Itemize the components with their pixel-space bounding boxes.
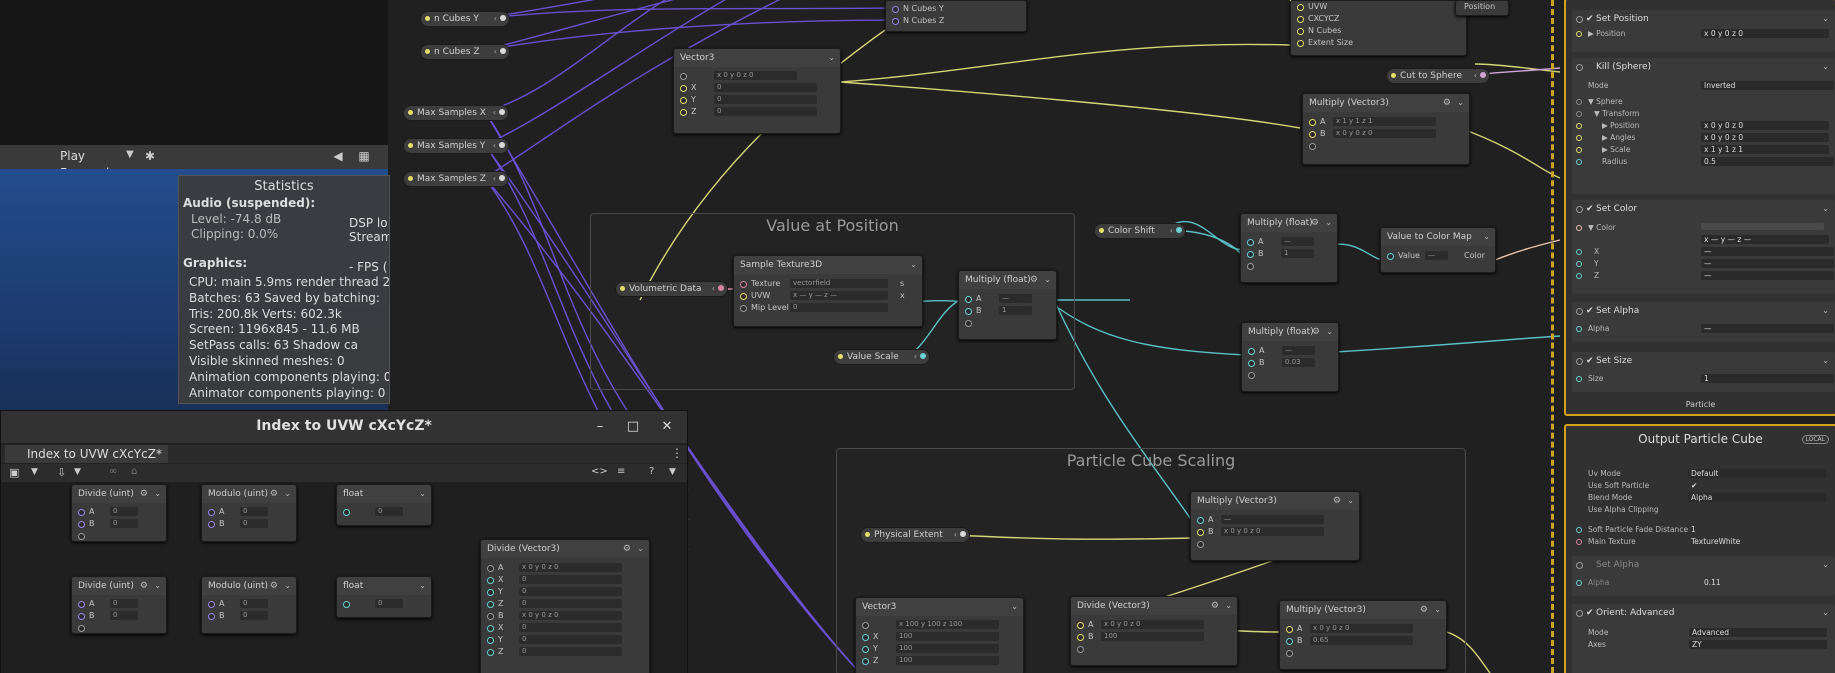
node-multiply-float-1[interactable]: Multiply (float) ⚙ ⌄ A — B1 bbox=[958, 270, 1057, 340]
maximize-button[interactable]: □ bbox=[624, 418, 642, 436]
pill-n-cubes-z[interactable]: n Cubes Z ‹ bbox=[420, 44, 510, 60]
audio-header: Audio (suspended): bbox=[183, 196, 316, 210]
pill-max-samples-z[interactable]: Max Samples Z ‹ bbox=[403, 171, 509, 187]
download-icon[interactable]: ⇩ bbox=[57, 466, 66, 479]
node-n-cubes[interactable]: N Cubes Y N Cubes Z bbox=[885, 0, 1027, 32]
subgraph-titlebar[interactable]: Index to UVW cXcYcZ* – □ ✕ bbox=[1, 411, 687, 443]
scene-view bbox=[0, 0, 388, 148]
chevron-down-icon[interactable]: ▼ bbox=[126, 149, 134, 160]
block-orient-advanced[interactable]: ✔ Orient: Advanced ⌄ Mode Advanced Axes ZY bbox=[1572, 604, 1835, 673]
pill-max-samples-x[interactable]: Max Samples X ‹ bbox=[403, 105, 509, 121]
skinned-readout: Visible skinned meshes: 0 bbox=[189, 354, 345, 368]
node-divide-uint-2[interactable]: Divide (uint) ⚙ ⌄ A0 B0 bbox=[71, 576, 167, 634]
block-output-set-alpha[interactable]: Set Alpha ⌄ Alpha 0.11 bbox=[1572, 556, 1835, 596]
node-multiply-vector3-mid[interactable]: Multiply (Vector3) ⚙ ⌄ A — Bx 0 y 0 z 0 bbox=[1190, 491, 1360, 561]
node-multiply-vector3-top[interactable]: Multiply (Vector3) ⚙ ⌄ Ax 1 y 1 z 1 Bx 0 y… bbox=[1302, 93, 1470, 165]
setpass-readout: SetPass calls: 63 Shadow ca bbox=[189, 338, 359, 352]
pill-color-shift[interactable]: Color Shift ‹ bbox=[1094, 223, 1186, 239]
node-vector3-top[interactable]: Vector3 ⌄ x 0 y 0 z 0 X0 Y0 Z0 bbox=[673, 48, 841, 134]
code-icon[interactable]: <> bbox=[591, 466, 608, 477]
animator-readout: Animator components playing: 0 bbox=[189, 386, 386, 400]
dsp-load: DSP lo bbox=[349, 216, 388, 230]
flow-dashed-line bbox=[1551, 0, 1554, 673]
node-modulo-uint-2[interactable]: Modulo (uint) ⚙ ⌄ A0 B0 bbox=[201, 576, 297, 634]
audio-clipping: Clipping: 0.0% bbox=[191, 227, 279, 241]
batches-readout: Batches: 63 Saved by batching: bbox=[189, 291, 380, 305]
node-modulo-uint-1[interactable]: Modulo (uint) ⚙ ⌄ A0 B0 bbox=[201, 484, 297, 542]
screen-readout: Screen: 1196x845 - 11.6 MB bbox=[189, 322, 360, 336]
statistics-panel: Statistics Audio (suspended): Level: -74… bbox=[178, 175, 390, 404]
cpu-readout: CPU: main 5.9ms render thread 2.6 bbox=[189, 275, 390, 289]
pill-cut-to-sphere[interactable]: Cut to Sphere ‹ bbox=[1386, 68, 1490, 84]
node-value-to-color-map[interactable]: Value to Color Map ⌄ Value — Color bbox=[1380, 227, 1496, 273]
subgraph-toolbar: ▣ ▼ ⇩ ▼ ∞ ⌂ <> ≡ ? ▼ bbox=[1, 464, 687, 483]
stats-title: Statistics bbox=[254, 179, 314, 194]
keyboard-icon[interactable]: ▦ bbox=[356, 148, 372, 164]
more-menu-icon[interactable]: ⋮ bbox=[671, 446, 683, 460]
block-set-size[interactable]: ✔ Set Size ⌄ Size 1 bbox=[1572, 352, 1835, 392]
node-divide-uint-1[interactable]: Divide (uint) ⚙ ⌄ A0 B0 bbox=[71, 484, 167, 542]
node-float-2[interactable]: float ⌄ 0 bbox=[336, 576, 432, 618]
tab-index-to-uvw[interactable]: Index to UVW cXcYcZ* bbox=[5, 445, 168, 463]
group-title: Value at Position bbox=[766, 216, 899, 235]
context-panel: ✔ Set Position ⌄ ▶ Position x 0 y 0 z 0 Kil… bbox=[1560, 0, 1835, 673]
audio-level: Level: -74.8 dB bbox=[191, 212, 282, 226]
node-multiply-float-2[interactable]: Multiply (float) ⚙ ⌄ A — B1 bbox=[1240, 213, 1338, 283]
link-icon[interactable]: ∞ bbox=[109, 466, 117, 477]
subgraph-canvas[interactable]: Divide (uint) ⚙ ⌄ A0 B0 Modulo (uint) ⚙ ⌄ A0… bbox=[1, 482, 687, 673]
node-sample-texture3d[interactable]: Sample Texture3D ⌄ Texture vectorfield s UV… bbox=[733, 255, 923, 327]
block-set-color[interactable]: ✔ Set Color ⌄ ▼ Color x — y — z — X — Y — Z — bbox=[1572, 200, 1835, 294]
output-particle-cube-context[interactable]: Output Particle Cube LOCAL Uv Mode Defaul… bbox=[1564, 424, 1835, 673]
fps-readout: - FPS ( bbox=[349, 260, 388, 274]
block-set-position[interactable]: ✔ Set Position ⌄ ▶ Position x 0 y 0 z 0 bbox=[1572, 10, 1835, 52]
particle-flow-label: Particle bbox=[1685, 400, 1716, 409]
subgraph-tabrow: Index to UVW cXcYcZ* ⋮ bbox=[1, 445, 687, 463]
speaker-icon[interactable]: ◀ bbox=[330, 148, 346, 164]
pill-n-cubes-y[interactable]: n Cubes Y ‹ bbox=[420, 11, 510, 27]
node-divide-vector3-bottom[interactable]: Divide (Vector3) ⚙ ⌄ Ax 0 y 0 z 0 B 100 bbox=[1070, 596, 1238, 666]
pill-max-samples-y[interactable]: Max Samples Y ‹ bbox=[403, 138, 509, 154]
tris-readout: Tris: 200.8k Verts: 602.3k bbox=[189, 307, 342, 321]
node-uvw-output[interactable]: Position bbox=[1455, 0, 1509, 16]
block-kill-sphere[interactable]: Kill (Sphere) ⌄ Mode Inverted ▼ Sphere ▼ T… bbox=[1572, 58, 1835, 194]
chevron-down-icon[interactable]: ▼ bbox=[669, 467, 676, 477]
save-icon[interactable]: ▣ bbox=[9, 466, 19, 479]
node-multiply-float-3[interactable]: Multiply (float) ⚙ ⌄ A — B 0.03 bbox=[1241, 322, 1339, 392]
chevron-down-icon[interactable]: ▼ bbox=[74, 467, 81, 477]
block-set-alpha[interactable]: ✔ Set Alpha ⌄ Alpha — bbox=[1572, 302, 1835, 342]
game-toolbar: Play Focused ▼ ✱ ◀ ▦ bbox=[0, 145, 388, 180]
close-button[interactable]: ✕ bbox=[658, 418, 676, 436]
node-multiply-vector3-bottom[interactable]: Multiply (Vector3) ⚙ ⌄ Ax 0 y 0 z 0 B 0.65 bbox=[1279, 600, 1447, 670]
local-badge[interactable]: LOCAL bbox=[1801, 435, 1829, 444]
vfx-graph-editor: Play Focused ▼ ✱ ◀ ▦ Statistics Audio (s… bbox=[0, 0, 1835, 673]
animation-readout: Animation components playing: 0 bbox=[189, 370, 390, 384]
graphics-header: Graphics: bbox=[183, 256, 248, 270]
pill-volumetric-data[interactable]: Volumetric Data ‹ bbox=[615, 281, 728, 297]
group-title: Particle Cube Scaling bbox=[1066, 451, 1236, 470]
sliders-icon[interactable]: ≡ bbox=[617, 466, 625, 477]
node-divide-vector3-sub[interactable]: Divide (Vector3) ⚙ ⌄ Ax 0 y 0 z 0 X0 Y0 Z0… bbox=[480, 539, 650, 673]
help-icon[interactable]: ? bbox=[649, 466, 654, 477]
pill-value-scale[interactable]: Value Scale ‹ bbox=[833, 349, 930, 365]
stream-load: Stream bbox=[349, 230, 390, 244]
subgraph-title: Index to UVW cXcYcZ* bbox=[256, 418, 432, 434]
pill-physical-extent[interactable]: Physical Extent ‹ bbox=[860, 527, 970, 543]
node-uvw[interactable]: UVW CXCYCZ N Cubes Extent Size bbox=[1290, 0, 1467, 56]
update-particle-context[interactable]: ✔ Set Position ⌄ ▶ Position x 0 y 0 z 0 Kil… bbox=[1564, 0, 1835, 416]
lock-icon[interactable]: ⌂ bbox=[131, 466, 137, 477]
bug-icon[interactable]: ✱ bbox=[142, 148, 158, 164]
chevron-down-icon[interactable]: ▼ bbox=[31, 467, 38, 477]
subgraph-window[interactable]: Index to UVW cXcYcZ* – □ ✕ Index to UVW … bbox=[0, 410, 688, 673]
output-title: Output Particle Cube bbox=[1638, 432, 1763, 446]
node-float-1[interactable]: float ⌄ 0 bbox=[336, 484, 432, 526]
node-vector3-bottom[interactable]: Vector3 ⌄ x 100 y 100 z 100 X 100 Y 100 Z 10… bbox=[855, 597, 1024, 673]
minimize-button[interactable]: – bbox=[591, 418, 609, 436]
